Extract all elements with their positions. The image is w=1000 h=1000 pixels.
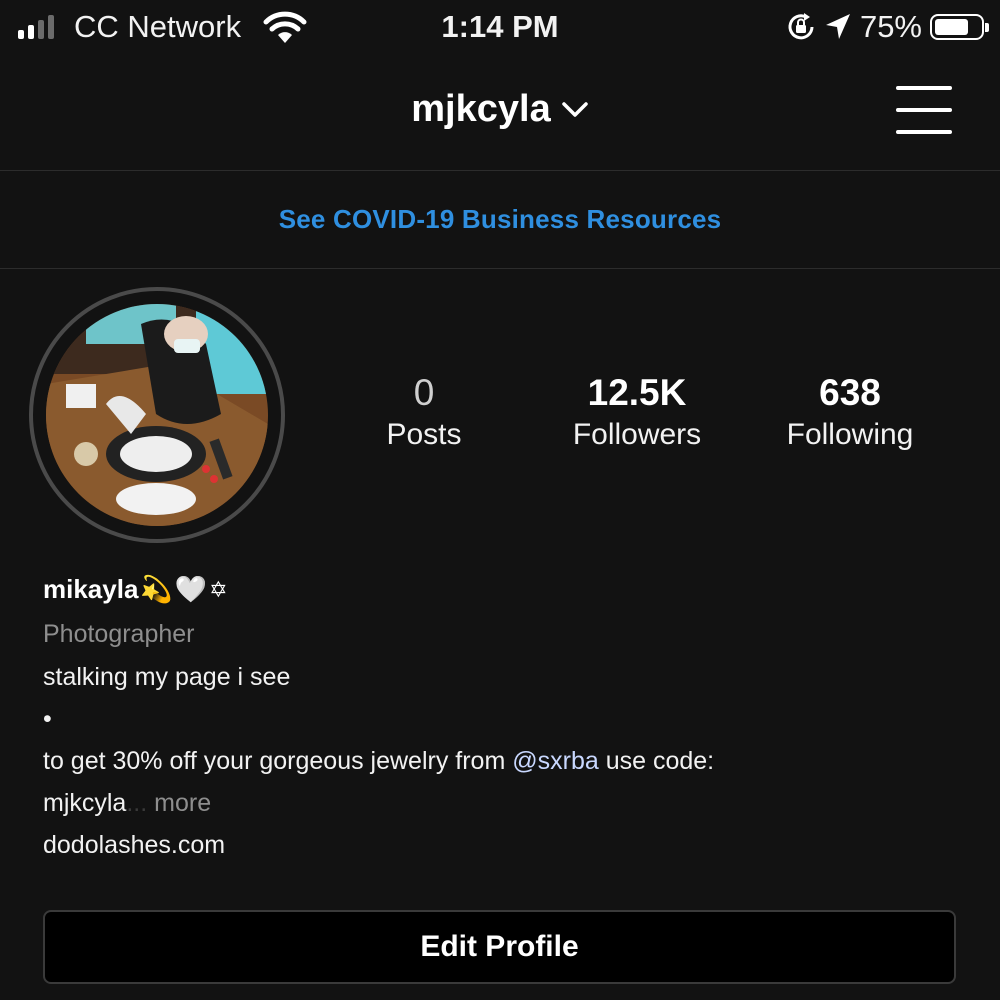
dizzy-emoji-icon: 💫 xyxy=(140,574,173,604)
profile-avatar[interactable] xyxy=(29,287,285,543)
mention-link[interactable]: @sxrba xyxy=(512,747,599,775)
bio-line-3-text: to get 30% off your gorgeous jewelry fro… xyxy=(43,747,513,775)
website-link[interactable]: dodolashes.com xyxy=(43,831,973,859)
posts-label: Posts xyxy=(386,418,462,451)
account-switcher[interactable]: mjkcyla xyxy=(0,88,1000,131)
bio-line-3: to get 30% off your gorgeous jewelry fro… xyxy=(43,747,973,775)
following-count: 638 xyxy=(819,372,881,413)
chevron-down-icon xyxy=(561,101,588,117)
posts-stat[interactable]: 0 Posts xyxy=(364,372,484,452)
following-label: Following xyxy=(786,418,914,451)
profile-header: mjkcyla xyxy=(0,60,1000,171)
display-name-row: mikayla 💫 🤍 ✡ xyxy=(43,574,973,605)
bio-line-4: mjkcyla... more xyxy=(43,789,973,817)
bio-line-1: stalking my page i see xyxy=(43,663,291,691)
display-name: mikayla xyxy=(43,574,139,604)
bio-line-2: • xyxy=(43,705,52,733)
profile-category: Photographer xyxy=(43,620,195,648)
profile-bio: mikayla 💫 🤍 ✡ Photographer stalking my p… xyxy=(43,574,973,859)
location-arrow-icon xyxy=(825,14,850,39)
avatar-image xyxy=(46,304,268,526)
covid-resources-banner: See COVID-19 Business Resources xyxy=(0,171,1000,269)
white-heart-emoji-icon: 🤍 xyxy=(174,574,208,604)
battery-percent: 75% xyxy=(859,9,922,44)
followers-count: 12.5K xyxy=(587,372,687,413)
star-symbol-icon: ✡ xyxy=(209,576,228,602)
bio-line-3-suffix: use code: xyxy=(598,747,715,775)
edit-profile-button[interactable]: Edit Profile xyxy=(43,910,956,984)
header-username: mjkcyla xyxy=(411,88,551,130)
following-stat[interactable]: 638 Following xyxy=(770,372,930,452)
followers-stat[interactable]: 12.5K Followers xyxy=(552,372,722,452)
battery-icon xyxy=(930,14,989,40)
status-bar: CC Network 1:14 PM 75% xyxy=(0,0,1000,58)
posts-count: 0 xyxy=(413,372,435,413)
covid-resources-link[interactable]: See COVID-19 Business Resources xyxy=(279,204,722,235)
followers-label: Followers xyxy=(572,418,702,451)
bio-ellipsis: ... xyxy=(126,789,148,817)
bio-line-4-text: mjkcyla xyxy=(43,789,127,817)
menu-icon[interactable] xyxy=(896,86,952,136)
rotation-lock-icon xyxy=(788,13,814,40)
more-link[interactable]: more xyxy=(154,789,211,817)
